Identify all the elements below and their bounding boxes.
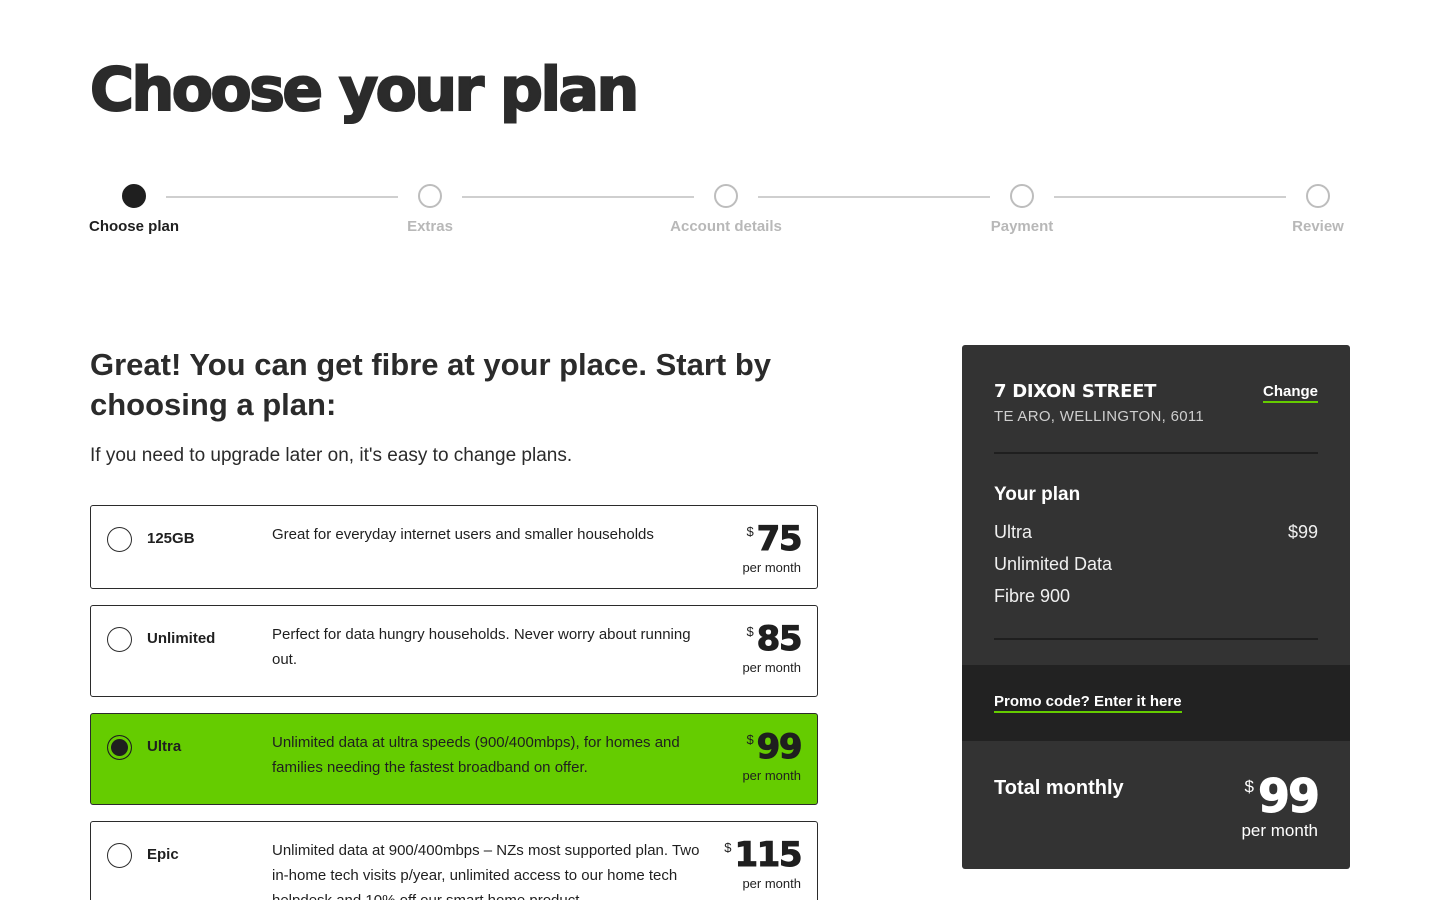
price-period: per month bbox=[742, 768, 801, 783]
intro-heading: Great! You can get fibre at your place. … bbox=[90, 347, 772, 422]
plan-description: Unlimited data at ultra speeds (900/400m… bbox=[272, 734, 680, 776]
summary-plan-price: $99 bbox=[1287, 522, 1318, 542]
price-currency: $ bbox=[746, 524, 754, 539]
plan-name: Unlimited bbox=[147, 630, 216, 647]
price-currency: $ bbox=[746, 732, 754, 747]
total-period: per month bbox=[1241, 821, 1318, 840]
step-label: Account details bbox=[670, 218, 782, 235]
total-monthly-label: Total monthly bbox=[994, 777, 1124, 799]
plan-card-unlimited[interactable]: Unlimited Perfect for data hungry househ… bbox=[90, 605, 818, 697]
price-amount: 99 bbox=[756, 727, 803, 767]
summary-plan-data: Unlimited Data bbox=[994, 554, 1113, 574]
plan-card-ultra[interactable]: Ultra Unlimited data at ultra speeds (90… bbox=[90, 713, 818, 805]
plan-card-epic[interactable]: Epic Unlimited data at 900/400mbps – NZs… bbox=[90, 821, 818, 900]
step-choose-plan[interactable]: Choose plan bbox=[34, 184, 234, 235]
plan-name: Epic bbox=[147, 846, 179, 863]
promo-code-link[interactable]: Promo code? Enter it here bbox=[994, 693, 1182, 713]
total-monthly-price: $99 per month bbox=[1241, 773, 1320, 841]
intro-subtext: If you need to upgrade later on, it's ea… bbox=[90, 445, 573, 466]
step-label: Payment bbox=[990, 218, 1054, 235]
plan-name: Ultra bbox=[147, 738, 182, 755]
price-currency: $ bbox=[724, 840, 732, 855]
step-dot-icon bbox=[1306, 184, 1330, 208]
price-amount: 85 bbox=[756, 619, 803, 659]
radio-checked-icon[interactable] bbox=[107, 735, 132, 760]
plan-price: $115 per month bbox=[724, 835, 803, 892]
summary-plan-name: Ultra bbox=[994, 522, 1033, 542]
plan-price: $99 per month bbox=[742, 727, 803, 784]
price-amount: 75 bbox=[756, 519, 803, 559]
summary-plan-speed: Fibre 900 bbox=[994, 586, 1071, 606]
total-amount: 99 bbox=[1257, 769, 1320, 823]
plan-description: Unlimited data at 900/400mbps – NZs most… bbox=[272, 842, 700, 900]
plan-description: Perfect for data hungry households. Neve… bbox=[272, 626, 691, 668]
plan-card-125gb[interactable]: 125GB Great for everyday internet users … bbox=[90, 505, 818, 589]
step-extras[interactable]: Extras bbox=[330, 184, 530, 235]
address-street: 7 DIXON STREET bbox=[994, 381, 1157, 402]
step-label: Extras bbox=[407, 218, 453, 235]
plan-price: $85 per month bbox=[742, 619, 803, 676]
step-account-details[interactable]: Account details bbox=[626, 184, 826, 235]
step-payment[interactable]: Payment bbox=[922, 184, 1122, 235]
price-period: per month bbox=[742, 660, 801, 675]
radio-empty-icon[interactable] bbox=[107, 843, 132, 868]
radio-empty-icon[interactable] bbox=[107, 627, 132, 652]
address-suburb: TE ARO, WELLINGTON, 6011 bbox=[994, 408, 1205, 425]
price-period: per month bbox=[742, 560, 801, 575]
plan-name: 125GB bbox=[147, 530, 195, 547]
price-amount: 115 bbox=[734, 835, 803, 875]
radio-empty-icon[interactable] bbox=[107, 527, 132, 552]
summary-divider bbox=[994, 452, 1318, 454]
change-address-link[interactable]: Change bbox=[1262, 383, 1318, 403]
price-currency: $ bbox=[746, 624, 754, 639]
progress-stepper: Choose plan Extras Account details Payme… bbox=[0, 0, 1440, 260]
promo-section: Promo code? Enter it here bbox=[962, 665, 1350, 741]
price-period: per month bbox=[742, 876, 801, 891]
summary-plan-row: Ultra $99 bbox=[994, 522, 1318, 543]
step-label: Review bbox=[1292, 218, 1344, 235]
step-dot-icon bbox=[418, 184, 442, 208]
order-summary-panel: 7 DIXON STREET TE ARO, WELLINGTON, 6011 … bbox=[962, 345, 1350, 869]
step-label: Choose plan bbox=[88, 218, 179, 235]
total-currency: $ bbox=[1244, 777, 1254, 796]
step-review[interactable]: Review bbox=[1218, 184, 1418, 235]
plan-description: Great for everyday internet users and sm… bbox=[272, 526, 654, 543]
summary-divider bbox=[994, 638, 1318, 640]
step-dot-icon bbox=[122, 184, 146, 208]
your-plan-heading: Your plan bbox=[994, 484, 1081, 505]
plan-price: $75 per month bbox=[742, 519, 803, 576]
step-dot-icon bbox=[714, 184, 738, 208]
step-dot-icon bbox=[1010, 184, 1034, 208]
